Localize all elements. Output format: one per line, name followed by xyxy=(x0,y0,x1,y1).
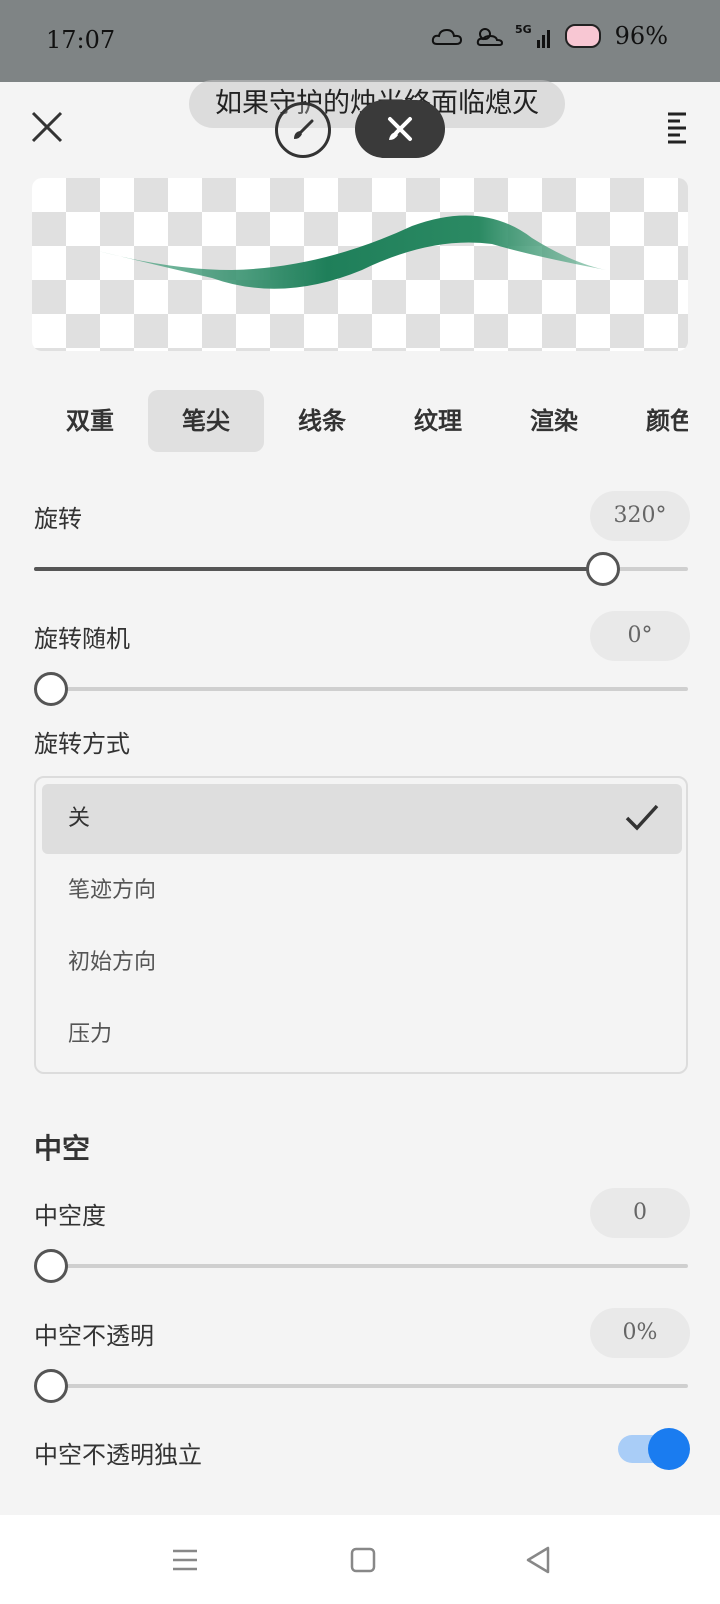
eraser-icon xyxy=(388,117,412,141)
tab-texture[interactable]: 纹理 xyxy=(380,390,496,452)
rotation-mode-option-initial-direction[interactable]: 初始方向 xyxy=(42,928,682,998)
eraser-button[interactable] xyxy=(355,100,445,158)
tab-color[interactable]: 颜色 xyxy=(612,390,688,452)
hollow-opacity-value[interactable]: 0% xyxy=(590,1308,690,1358)
rotation-mode-option-stroke-direction[interactable]: 笔迹方向 xyxy=(42,856,682,926)
sun-weather-icon xyxy=(476,28,503,46)
rotation-value[interactable]: 320° xyxy=(590,491,690,541)
hollow-degree-label: 中空度 xyxy=(34,1202,106,1230)
rotation-slider[interactable] xyxy=(34,552,688,586)
tab-dual[interactable]: 双重 xyxy=(32,390,148,452)
rotation-mode-label: 旋转方式 xyxy=(34,730,130,758)
rotation-slider-fill xyxy=(34,567,603,571)
5g-signal-icon: 5G xyxy=(515,23,550,48)
stroke-preview-graphic xyxy=(98,215,606,289)
rotation-mode-options: 关 笔迹方向 初始方向 压力 xyxy=(34,776,688,1074)
rotation-label: 旋转 xyxy=(34,505,82,533)
cloud-weather-icon xyxy=(431,28,462,45)
system-nav-bar xyxy=(0,1515,720,1604)
close-icon[interactable] xyxy=(30,110,64,144)
tab-brush-tip[interactable]: 笔尖 xyxy=(148,390,264,452)
hollow-opacity-independent-toggle-thumb[interactable] xyxy=(648,1428,690,1470)
rotation-mode-option-pressure[interactable]: 压力 xyxy=(42,1000,682,1070)
menu-nav-icon[interactable] xyxy=(170,1545,200,1575)
rotation-random-slider-thumb[interactable] xyxy=(34,672,68,706)
rotation-mode-option-off[interactable]: 关 xyxy=(42,784,682,854)
cat-battery-icon xyxy=(564,24,601,48)
battery-level: 96% xyxy=(614,22,668,50)
rotation-random-label: 旋转随机 xyxy=(34,625,130,653)
hollow-opacity-slider-thumb[interactable] xyxy=(34,1369,68,1403)
brush-settings-tabs: 双重 笔尖 线条 纹理 渲染 颜色 xyxy=(32,390,688,452)
brush-icon xyxy=(294,119,314,139)
rotation-random-value[interactable]: 0° xyxy=(590,611,690,661)
hollow-degree-slider-thumb[interactable] xyxy=(34,1249,68,1283)
hollow-degree-slider[interactable] xyxy=(34,1249,688,1283)
rotation-slider-thumb[interactable] xyxy=(585,552,620,586)
brush-stroke-preview xyxy=(32,178,688,351)
brush-button[interactable] xyxy=(275,102,331,158)
hollow-opacity-slider[interactable] xyxy=(34,1369,688,1403)
option-label: 关 xyxy=(68,806,91,831)
menu-icon[interactable] xyxy=(662,110,692,144)
check-icon xyxy=(625,804,659,831)
home-nav-icon[interactable] xyxy=(348,1545,378,1575)
hollow-degree-value[interactable]: 0 xyxy=(590,1188,690,1238)
status-icons: 5G 96% xyxy=(431,22,668,50)
tab-stroke[interactable]: 线条 xyxy=(264,390,380,452)
network-type: 5G xyxy=(515,23,532,36)
hollow-opacity-label: 中空不透明 xyxy=(34,1322,154,1350)
status-time: 17:07 xyxy=(46,26,116,54)
hollow-opacity-independent-label: 中空不透明独立 xyxy=(34,1441,202,1469)
rotation-random-slider[interactable] xyxy=(34,672,688,706)
status-bar: 17:07 5G 96% xyxy=(0,0,720,82)
hollow-section-title: 中空 xyxy=(34,1132,91,1165)
back-nav-icon[interactable] xyxy=(524,1545,554,1575)
tab-render[interactable]: 渲染 xyxy=(496,390,612,452)
